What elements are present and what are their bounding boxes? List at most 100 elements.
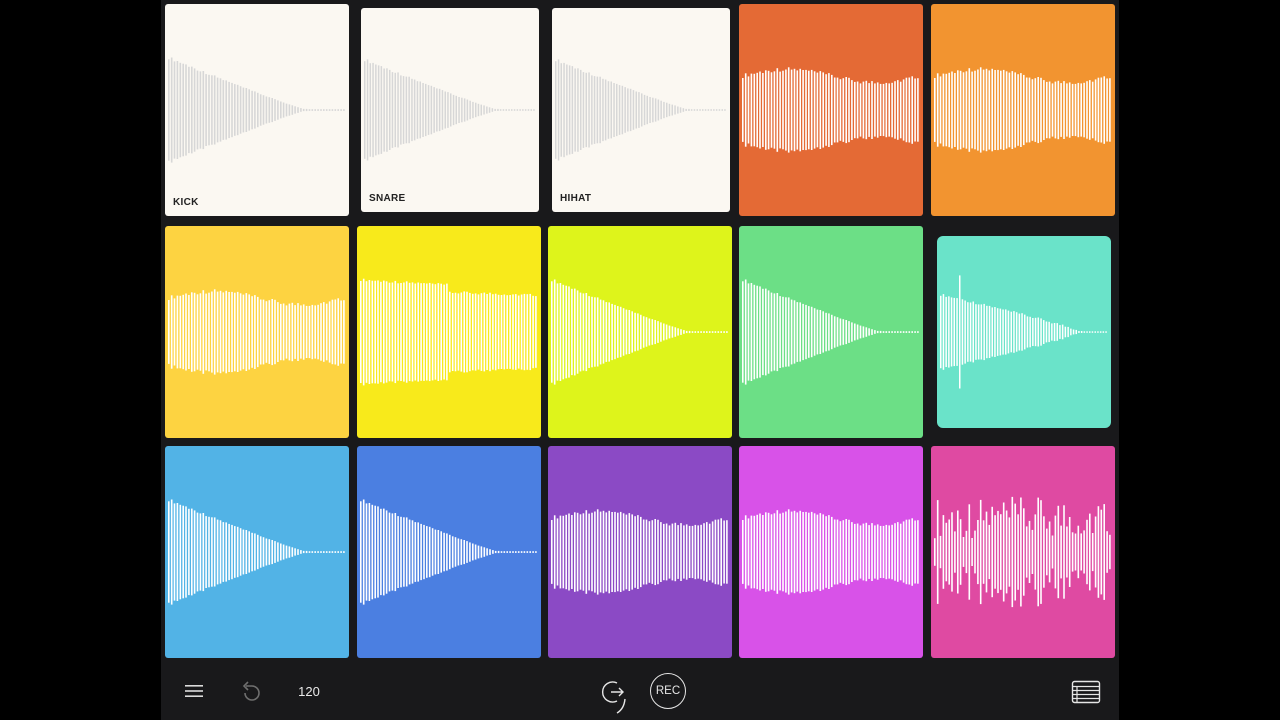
waveform-bar	[483, 292, 486, 372]
waveform-bar	[428, 282, 431, 382]
sample-pad[interactable]	[739, 226, 923, 438]
waveform-bar	[489, 549, 491, 555]
waveform-bar	[308, 109, 311, 111]
waveform-bar	[747, 518, 750, 586]
sample-pad[interactable]	[931, 4, 1115, 216]
waveform-bar	[1013, 311, 1015, 353]
waveform-bar	[391, 72, 394, 148]
waveform-bar	[527, 109, 530, 111]
waveform-bar	[649, 97, 651, 123]
waveform-bar	[449, 534, 451, 570]
waveform-bar	[431, 283, 434, 381]
waveform-bar	[248, 531, 250, 573]
waveform-bar	[1043, 80, 1045, 140]
waveform-bar	[427, 85, 430, 135]
waveform-bar	[897, 80, 899, 140]
waveform-bar	[859, 525, 862, 579]
waveform-bar	[377, 506, 379, 598]
waveform-bar	[680, 523, 682, 581]
waveform-bar	[302, 304, 305, 360]
waveform-bar	[494, 293, 497, 371]
menu-button[interactable]	[181, 680, 207, 702]
waveform-bar	[553, 515, 556, 589]
waveform-bar	[685, 330, 688, 334]
waveform-bar	[1103, 76, 1105, 144]
sample-pad[interactable]: SNARE	[361, 8, 539, 212]
waveform-bar	[876, 524, 879, 580]
waveform-bar	[251, 90, 253, 130]
waveform-bar	[796, 512, 799, 592]
waveform-bar	[914, 78, 916, 142]
sample-pad[interactable]	[357, 226, 541, 438]
waveform-bar	[1071, 83, 1074, 136]
sample-pad[interactable]	[357, 446, 541, 658]
track-list-button[interactable]	[1069, 677, 1103, 707]
waveform-bar	[888, 525, 890, 579]
waveform-bar	[517, 295, 520, 369]
waveform-bar	[1045, 321, 1048, 343]
waveform-bar	[168, 501, 170, 603]
record-button[interactable]: REC	[650, 673, 686, 709]
waveform-bar	[423, 283, 425, 381]
waveform-bar	[524, 109, 527, 111]
waveform-bar	[691, 525, 694, 579]
waveform-bar	[845, 519, 847, 586]
loop-button[interactable]	[593, 675, 633, 715]
waveform	[360, 278, 537, 386]
waveform-bar	[556, 283, 559, 381]
waveform-bar	[810, 511, 813, 592]
waveform-bar	[371, 280, 374, 384]
waveform-bar	[671, 104, 673, 116]
waveform-bar	[483, 105, 485, 115]
waveform-bar	[377, 65, 380, 155]
waveform-bar	[945, 73, 948, 147]
waveform-bar	[242, 529, 245, 575]
sample-pad[interactable]: KICK	[165, 4, 349, 216]
waveform-bar	[1057, 80, 1060, 140]
waveform-bar	[599, 299, 602, 365]
waveform-bar	[819, 310, 822, 354]
waveform-bar	[282, 102, 285, 118]
sample-pad[interactable]: HIHAT	[552, 8, 730, 212]
waveform-bar	[805, 69, 807, 151]
waveform-bar	[1048, 81, 1051, 139]
waveform-bar	[311, 551, 314, 553]
waveform-bar	[486, 106, 488, 114]
waveform-bar	[532, 295, 534, 369]
waveform-bar	[759, 513, 761, 591]
waveform-bar	[574, 288, 576, 376]
waveform-bar	[509, 295, 511, 369]
tempo-display[interactable]: 120	[291, 680, 327, 702]
sample-pad[interactable]	[548, 446, 732, 658]
waveform-bar	[1023, 508, 1025, 596]
sample-pad[interactable]	[931, 446, 1115, 658]
waveform-bar	[700, 524, 702, 580]
waveform-bar	[856, 81, 859, 139]
sample-pad[interactable]	[937, 236, 1111, 428]
waveform-bar	[1054, 515, 1057, 589]
sample-pad[interactable]	[739, 446, 923, 658]
waveform-bar	[854, 81, 856, 139]
waveform-bar	[591, 75, 593, 145]
waveform-bar	[228, 292, 230, 372]
sample-pad[interactable]	[165, 446, 349, 658]
waveform-bar	[440, 531, 442, 573]
waveform-bar	[492, 550, 494, 554]
sample-pad[interactable]	[548, 226, 732, 438]
waveform-bar	[1037, 77, 1039, 144]
waveform-bar	[997, 69, 999, 151]
table-list-icon	[1071, 680, 1101, 704]
waveform-bar	[975, 304, 977, 360]
waveform-bar	[1089, 331, 1091, 333]
waveform-bar	[616, 83, 618, 137]
sample-pad[interactable]	[165, 226, 349, 438]
waveform-bar	[851, 522, 853, 582]
waveform-bar	[997, 510, 999, 594]
waveform-bar	[216, 77, 219, 143]
waveform-bar	[793, 300, 796, 364]
waveform-bar	[553, 279, 556, 385]
waveform-bar	[790, 299, 793, 365]
undo-button[interactable]	[235, 677, 265, 707]
waveform-bar	[1109, 78, 1111, 142]
sample-pad[interactable]	[739, 4, 923, 216]
